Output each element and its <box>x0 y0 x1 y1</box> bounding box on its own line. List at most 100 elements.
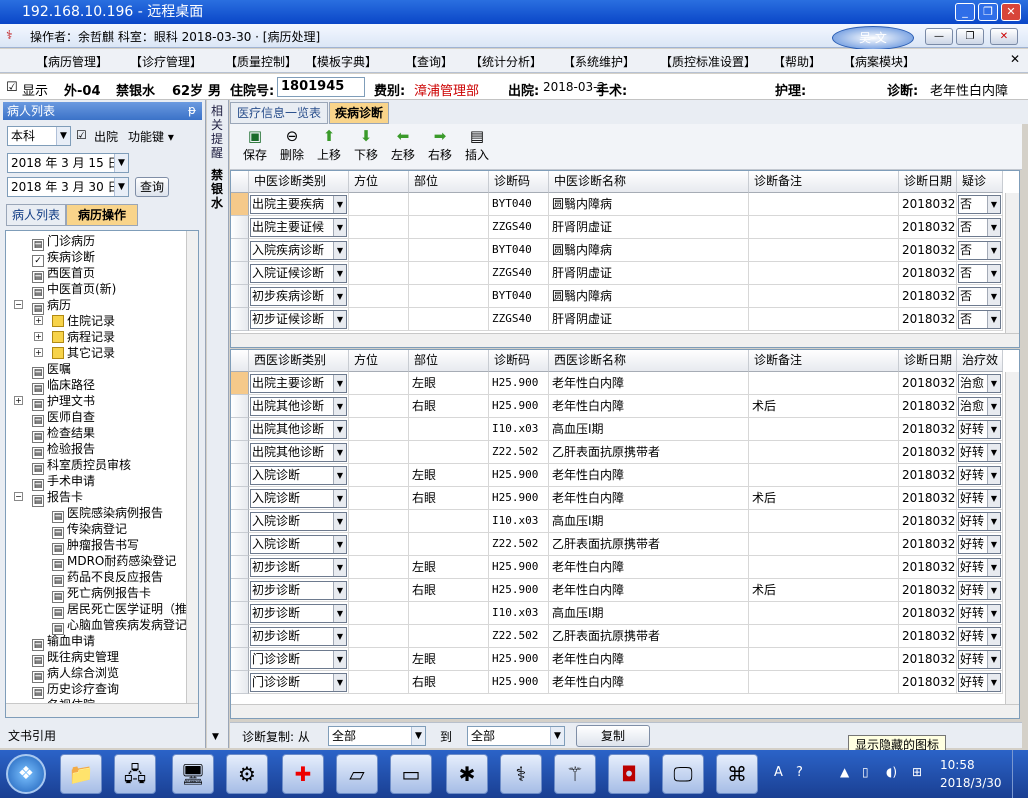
table-cell[interactable]: 初步诊断 ▼ <box>249 602 349 625</box>
column-header[interactable]: 诊断备注 <box>749 171 899 193</box>
table-cell[interactable]: Z22.502 <box>489 533 549 556</box>
table-cell[interactable]: 左眼 <box>409 556 489 579</box>
menu-item-6[interactable]: 【系统维护】 <box>563 53 635 70</box>
table-cell[interactable]: I10.x03 <box>489 510 549 533</box>
cell-dropdown[interactable]: 好转 ▼ <box>958 673 1001 692</box>
tree-item[interactable]: ▤ 病历 <box>32 297 71 315</box>
row-header[interactable] <box>231 193 249 216</box>
table-cell[interactable]: 出院其他诊断 ▼ <box>249 395 349 418</box>
table-cell[interactable]: I10.x03 <box>489 602 549 625</box>
table-cell[interactable]: ZZGS40 <box>489 216 549 239</box>
pharmacy-taskbar-icon[interactable]: ⚚ <box>554 754 596 794</box>
table-cell[interactable] <box>749 441 899 464</box>
table-cell[interactable]: 术后 <box>749 579 899 602</box>
table-cell[interactable] <box>749 418 899 441</box>
cell-dropdown[interactable]: 治愈 ▼ <box>958 397 1001 416</box>
expand-icon[interactable]: + <box>34 348 43 357</box>
table-cell[interactable] <box>349 602 409 625</box>
row-header[interactable] <box>231 533 249 556</box>
table-cell[interactable] <box>349 262 409 285</box>
table-cell[interactable]: 好转 ▼ <box>957 441 1003 464</box>
app-minimize-button[interactable]: — <box>925 28 953 45</box>
cell-dropdown[interactable]: 好转 ▼ <box>958 558 1001 577</box>
grid-vertical-scrollbar[interactable] <box>1005 193 1019 333</box>
table-cell[interactable]: BYT040 <box>489 239 549 262</box>
table-cell[interactable] <box>409 262 489 285</box>
table-cell[interactable]: 老年性白内障 <box>549 579 749 602</box>
cell-dropdown[interactable]: 好转 ▼ <box>958 466 1001 485</box>
column-header[interactable]: 西医诊断名称 <box>549 350 749 372</box>
table-cell[interactable] <box>409 441 489 464</box>
column-header[interactable]: 诊断日期 <box>899 171 957 193</box>
table-cell[interactable] <box>349 579 409 602</box>
table-cell[interactable]: 20180323 <box>899 441 957 464</box>
table-cell[interactable]: 术后 <box>749 395 899 418</box>
cell-dropdown[interactable]: 好转 ▼ <box>958 443 1001 462</box>
document-reference-label[interactable]: 文书引用 <box>8 727 56 744</box>
cell-dropdown[interactable]: 初步疾病诊断 ▼ <box>250 287 347 306</box>
table-cell[interactable] <box>349 372 409 395</box>
cell-dropdown[interactable]: 好转 ▼ <box>958 489 1001 508</box>
table-cell[interactable] <box>749 193 899 216</box>
table-cell[interactable]: 左眼 <box>409 372 489 395</box>
tree-item[interactable]: ▤ 医嘱 <box>32 361 71 379</box>
tree-item[interactable]: 住院记录 <box>52 313 115 329</box>
table-cell[interactable]: 出院其他诊断 ▼ <box>249 418 349 441</box>
row-header[interactable] <box>231 441 249 464</box>
table-cell[interactable]: 20180321 <box>899 648 957 671</box>
table-cell[interactable]: 好转 ▼ <box>957 487 1003 510</box>
language-icon[interactable]: A <box>774 765 783 780</box>
clock-date[interactable]: 2018/3/30 <box>940 776 1002 790</box>
column-header[interactable]: 诊断备注 <box>749 350 899 372</box>
table-cell[interactable]: 20180323 <box>899 216 957 239</box>
table-cell[interactable] <box>749 372 899 395</box>
show-desktop-button[interactable] <box>1012 750 1028 798</box>
cell-dropdown[interactable]: 出院主要证候 ▼ <box>250 218 347 237</box>
table-cell[interactable]: 初步诊断 ▼ <box>249 579 349 602</box>
table-cell[interactable]: H25.900 <box>489 464 549 487</box>
table-cell[interactable]: 20180323 <box>899 395 957 418</box>
cell-dropdown[interactable]: 入院诊断 ▼ <box>250 466 347 485</box>
cell-dropdown[interactable]: 好转 ▼ <box>958 420 1001 439</box>
row-header[interactable] <box>231 487 249 510</box>
tree-item[interactable]: ▤ 检查结果 <box>32 425 95 443</box>
tree-item[interactable]: ▤ 药品不良反应报告 <box>52 569 163 587</box>
patient-name-vertical[interactable]: 禁银水 <box>211 168 225 210</box>
menu-item-5[interactable]: 【统计分析】 <box>470 53 542 70</box>
table-cell[interactable] <box>349 285 409 308</box>
row-header[interactable] <box>231 372 249 395</box>
date-from-picker[interactable]: 2018 年 3 月 15 日 ▼ <box>7 153 129 173</box>
scroll-down-icon[interactable]: ▼ <box>212 732 219 742</box>
column-header[interactable]: 诊断码 <box>489 350 549 372</box>
table-cell[interactable]: 肝肾阴虚证 <box>549 262 749 285</box>
table-cell[interactable] <box>409 216 489 239</box>
table-cell[interactable]: H25.900 <box>489 487 549 510</box>
tree-item[interactable]: ▤ 既往病史管理 <box>32 649 119 667</box>
table-cell[interactable]: H25.900 <box>489 372 549 395</box>
menu-item-7[interactable]: 【质控标准设置】 <box>660 53 756 70</box>
table-cell[interactable]: 20180323 <box>899 418 957 441</box>
window-taskbar-icon[interactable]: ▭ <box>390 754 432 794</box>
table-cell[interactable]: 20180321 <box>899 671 957 694</box>
tree-item[interactable]: ▤ 输血申请 <box>32 633 95 651</box>
tree-item[interactable]: ▤ 手术申请 <box>32 473 95 491</box>
table-cell[interactable] <box>749 239 899 262</box>
table-cell[interactable]: 出院主要疾病 ▼ <box>249 193 349 216</box>
cell-dropdown[interactable]: 好转 ▼ <box>958 650 1001 669</box>
table-cell[interactable] <box>349 487 409 510</box>
tree-item[interactable]: ▤ 报告卡 <box>32 489 83 507</box>
notebook-taskbar-icon[interactable]: ▱ <box>336 754 378 794</box>
tree-item[interactable]: ✓ 疾病诊断 <box>32 249 95 267</box>
table-cell[interactable]: 老年性白内障 <box>549 464 749 487</box>
table-cell[interactable] <box>349 193 409 216</box>
menu-item-3[interactable]: 【模板字典】 <box>305 53 377 70</box>
table-cell[interactable]: 20180323 <box>899 193 957 216</box>
table-cell[interactable] <box>349 418 409 441</box>
table-cell[interactable]: 左眼 <box>409 648 489 671</box>
table-cell[interactable]: 好转 ▼ <box>957 556 1003 579</box>
table-cell[interactable] <box>409 510 489 533</box>
table-cell[interactable]: Z22.502 <box>489 441 549 464</box>
collapse-icon[interactable]: − <box>14 492 23 501</box>
table-cell[interactable] <box>349 395 409 418</box>
table-cell[interactable]: 好转 ▼ <box>957 579 1003 602</box>
